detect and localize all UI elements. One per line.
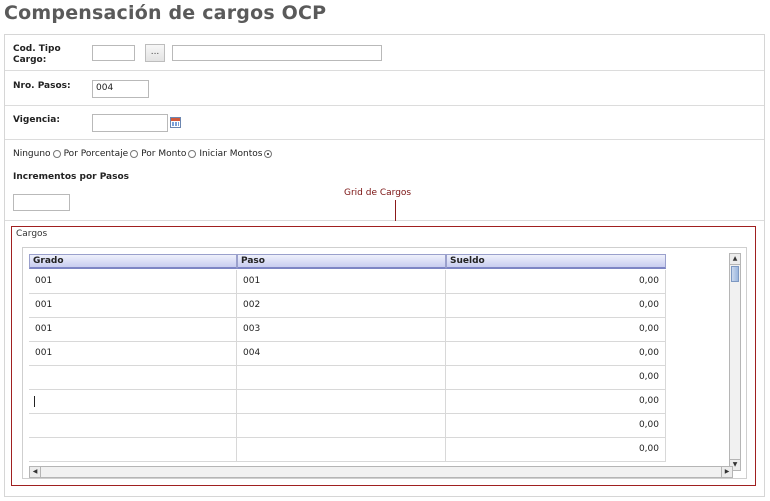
vigencia-date-input[interactable] (92, 114, 168, 132)
cell-grado[interactable] (29, 438, 237, 462)
cod-tipo-cargo-label: Cod. Tipo Cargo: (13, 44, 61, 65)
scroll-right-icon[interactable]: ▶ (721, 467, 732, 477)
cell-paso[interactable]: 002 (237, 294, 446, 318)
horizontal-scrollbar[interactable]: ◀ ▶ (29, 466, 733, 478)
cell-grado[interactable] (29, 366, 237, 390)
scroll-up-icon[interactable]: ▲ (730, 254, 740, 265)
page-title: Compensación de cargos OCP (4, 2, 327, 24)
radio-iniciar-montos-label: Iniciar Montos (199, 149, 263, 159)
cell-paso[interactable]: 003 (237, 318, 446, 342)
nro-pasos-label: Nro. Pasos: (13, 81, 71, 91)
cell-paso[interactable] (237, 414, 446, 438)
cell-paso[interactable]: 001 (237, 270, 446, 294)
column-header-paso[interactable]: Paso (237, 254, 446, 269)
cell-sueldo[interactable]: 0,00 (446, 342, 666, 366)
divider (5, 70, 764, 71)
calendar-icon[interactable] (170, 117, 181, 128)
vigencia-label: Vigencia: (13, 115, 60, 125)
ocp-form: Cod. Tipo Cargo: ... Nro. Pasos: 004 Vig… (4, 34, 765, 497)
cod-tipo-cargo-input[interactable] (92, 45, 135, 61)
divider (5, 105, 764, 106)
cargos-fieldset: Cargos Grado Paso Sueldo 001 001 0,00 00… (11, 226, 756, 486)
incrementos-input[interactable] (13, 194, 70, 211)
incrementos-label: Incrementos por Pasos (13, 172, 130, 182)
grid-annotation: Grid de Cargos (344, 188, 412, 198)
radio-por-porcentaje[interactable] (130, 150, 139, 158)
nro-pasos-input[interactable]: 004 (92, 80, 149, 98)
cell-paso[interactable] (237, 366, 446, 390)
column-header-grado[interactable]: Grado (29, 254, 237, 269)
radio-iniciar-montos[interactable] (264, 150, 273, 158)
cell-grado[interactable]: 001 (29, 270, 237, 294)
cell-sueldo[interactable]: 0,00 (446, 414, 666, 438)
scroll-thumb[interactable] (731, 266, 739, 282)
text-cursor (34, 396, 35, 407)
cell-grado[interactable]: 001 (29, 342, 237, 366)
divider (5, 220, 764, 221)
cod-tipo-cargo-lookup-button[interactable]: ... (145, 44, 165, 62)
cell-grado[interactable] (29, 390, 237, 414)
cell-sueldo[interactable]: 0,00 (446, 438, 666, 462)
monto-mode-radio-group: Ninguno Por Porcentaje Por Monto Iniciar… (13, 149, 275, 159)
cell-sueldo[interactable]: 0,00 (446, 318, 666, 342)
cargos-grid: Grado Paso Sueldo 001 001 0,00 001 002 0… (22, 247, 747, 479)
radio-ninguno[interactable] (52, 150, 61, 158)
cell-grado[interactable] (29, 414, 237, 438)
radio-ninguno-label: Ninguno (13, 149, 51, 159)
cell-paso[interactable] (237, 438, 446, 462)
divider (5, 139, 764, 140)
cell-grado[interactable]: 001 (29, 318, 237, 342)
cell-sueldo[interactable]: 0,00 (446, 390, 666, 414)
scroll-left-icon[interactable]: ◀ (30, 467, 41, 477)
radio-por-monto[interactable] (188, 150, 197, 158)
cell-grado[interactable]: 001 (29, 294, 237, 318)
radio-por-monto-label: Por Monto (141, 149, 187, 159)
radio-por-porcentaje-label: Por Porcentaje (63, 149, 129, 159)
cell-paso[interactable] (237, 390, 446, 414)
cod-tipo-cargo-description-field[interactable] (172, 45, 382, 61)
cell-sueldo[interactable]: 0,00 (446, 270, 666, 294)
cargos-legend: Cargos (16, 229, 48, 239)
cell-sueldo[interactable]: 0,00 (446, 294, 666, 318)
cell-sueldo[interactable]: 0,00 (446, 366, 666, 390)
cell-paso[interactable]: 004 (237, 342, 446, 366)
column-header-sueldo[interactable]: Sueldo (446, 254, 666, 269)
annotation-pointer-line (395, 200, 396, 221)
vertical-scrollbar[interactable]: ▲ ▼ (729, 253, 741, 471)
